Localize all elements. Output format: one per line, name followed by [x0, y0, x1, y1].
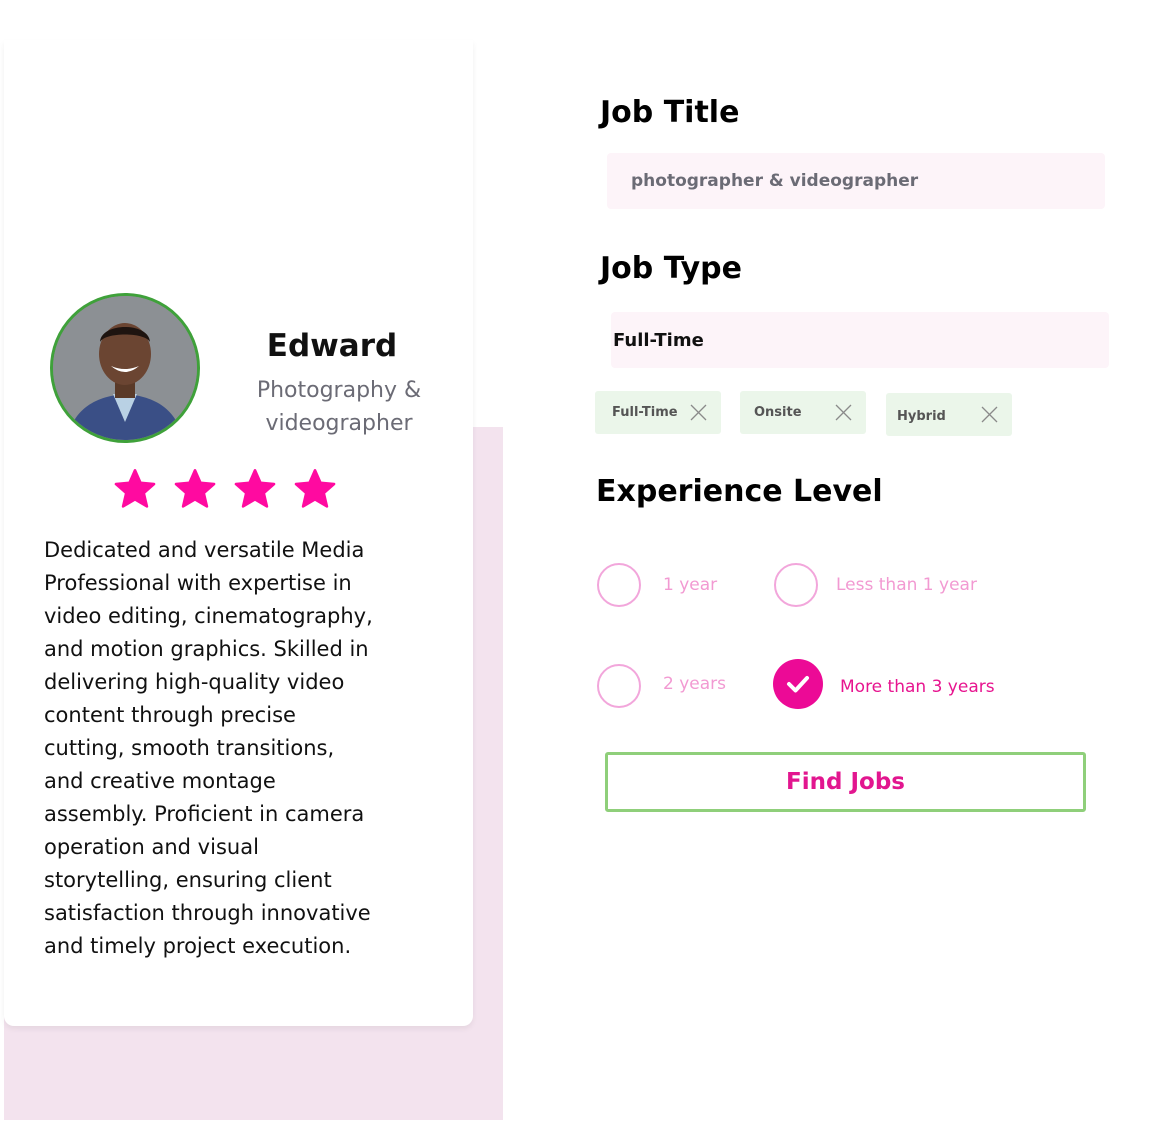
star-icon	[294, 469, 336, 508]
chip-hybrid: Hybrid	[886, 393, 1012, 436]
close-icon[interactable]	[690, 404, 707, 421]
chip-label: Onsite	[754, 405, 802, 420]
radio-label-more-than-3-years: More than 3 years	[840, 677, 995, 697]
chip-label: Hybrid	[897, 409, 946, 424]
chip-full-time: Full-Time	[595, 391, 721, 434]
star-icon	[174, 469, 216, 508]
radio-2-years[interactable]	[597, 664, 641, 708]
rating-stars	[113, 467, 337, 511]
close-icon[interactable]	[981, 406, 998, 423]
experience-label: Experience Level	[596, 474, 883, 509]
radio-label-2-years: 2 years	[663, 674, 727, 694]
job-type-input[interactable]: Full-Time	[611, 312, 1109, 368]
radio-more-than-3-years[interactable]	[773, 659, 823, 709]
check-icon	[787, 676, 809, 693]
chip-label: Full-Time	[612, 405, 678, 420]
avatar-image	[53, 296, 197, 440]
profile-bio: Dedicated and versatile Media Profession…	[44, 538, 373, 958]
close-icon[interactable]	[835, 404, 852, 421]
radio-1-year[interactable]	[597, 563, 641, 607]
find-jobs-button[interactable]: Find Jobs	[605, 752, 1086, 812]
job-title-label: Job Title	[600, 95, 740, 130]
star-icon	[114, 469, 156, 508]
job-title-input[interactable]: photographer & videographer	[607, 153, 1105, 209]
radio-label-less-than-1-year: Less than 1 year	[836, 575, 977, 595]
profile-name: Edward	[266, 328, 398, 364]
job-type-label: Job Type	[600, 251, 742, 286]
radio-less-than-1-year[interactable]	[774, 563, 818, 607]
profile-role: Photography & videographer	[256, 378, 422, 436]
star-icon	[234, 469, 276, 508]
chip-onsite: Onsite	[740, 391, 866, 434]
radio-label-1-year: 1 year	[663, 575, 718, 595]
avatar	[50, 293, 200, 443]
